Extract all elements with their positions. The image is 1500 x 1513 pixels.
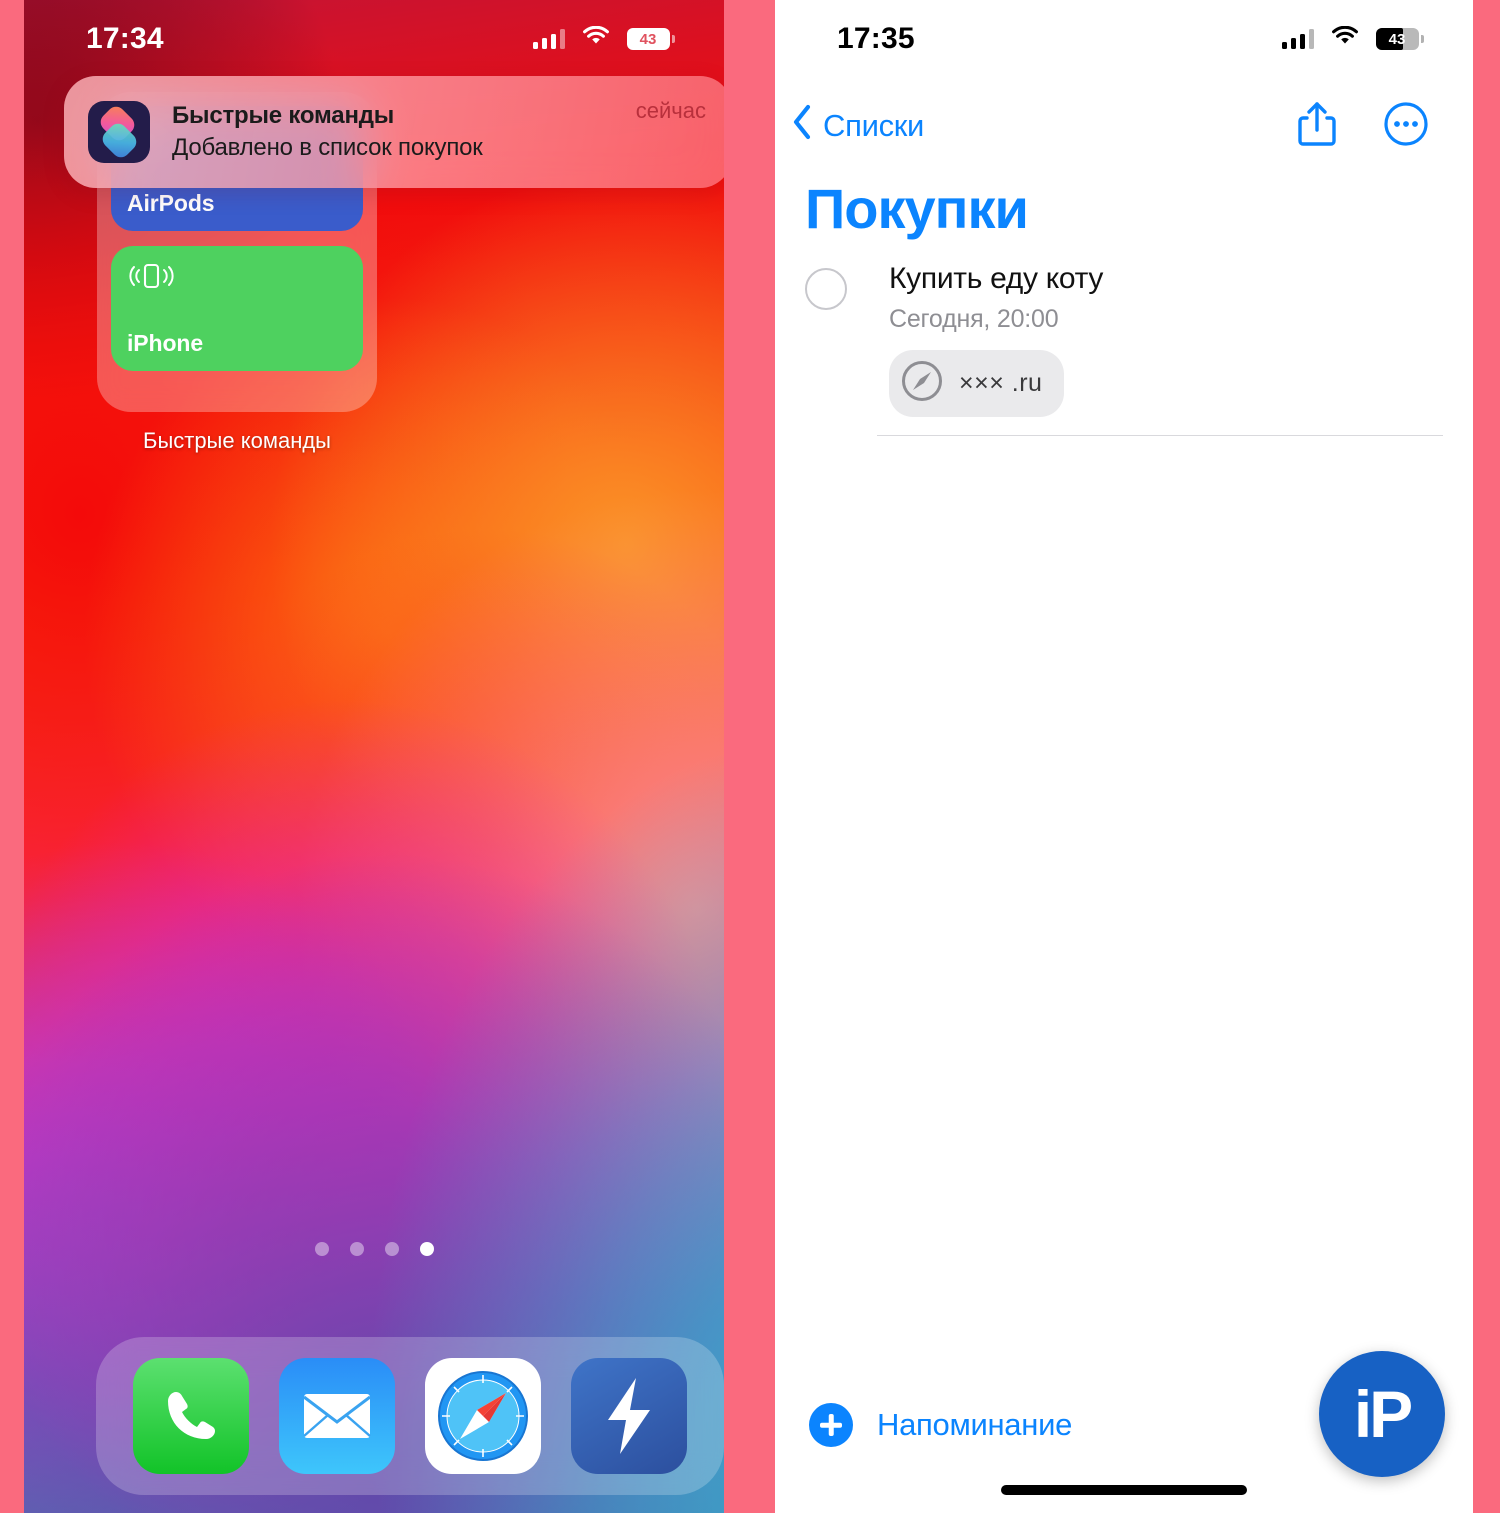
notification-timestamp: сейчас <box>635 98 706 123</box>
share-icon[interactable] <box>1297 100 1337 153</box>
reminder-link-text: ××× .ru <box>959 369 1043 397</box>
reminder-due-date: Сегодня, 20:00 <box>889 305 1059 333</box>
back-button[interactable]: Списки <box>791 104 924 148</box>
notification-banner[interactable]: Быстрые команды Добавлено в список покуп… <box>64 76 724 188</box>
add-reminder-label: Напоминание <box>877 1407 1073 1442</box>
add-reminder-button[interactable]: Напоминание <box>809 1403 1072 1447</box>
status-bar-time: 17:34 <box>86 22 164 55</box>
cellular-signal-icon <box>1281 29 1314 49</box>
watermark-text: iP <box>1353 1377 1413 1451</box>
chevron-left-icon <box>791 104 813 148</box>
widget-title: Быстрые команды <box>143 428 331 453</box>
mail-app-icon[interactable] <box>279 1358 395 1474</box>
widget-tile-label: AirPods <box>127 190 215 216</box>
shortcuts-dock-icon[interactable] <box>571 1358 687 1474</box>
page-dot-active[interactable] <box>419 1242 434 1256</box>
notification-title: Быстрые команды <box>172 102 395 129</box>
wifi-icon <box>1331 25 1359 52</box>
notification-subtitle: Добавлено в список покупок <box>172 134 483 161</box>
page-dots[interactable] <box>24 1242 724 1256</box>
status-bar-time: 17:35 <box>837 22 915 55</box>
reminder-checkbox[interactable] <box>805 268 847 310</box>
widget-tile-iphone[interactable]: iPhone <box>111 246 363 371</box>
home-indicator[interactable] <box>1001 1485 1247 1495</box>
iphone-vibrate-icon <box>127 260 347 294</box>
list-separator <box>877 435 1443 436</box>
phone-app-icon[interactable] <box>133 1358 249 1474</box>
back-button-label: Списки <box>823 108 925 143</box>
navigation-bar: Списки <box>775 88 1473 164</box>
page-dot[interactable] <box>349 1242 364 1256</box>
wifi-icon <box>582 25 610 52</box>
iphone-home-screen: 17:34 43 AirPods iPhone Быстрые команды … <box>24 0 724 1513</box>
screenshot-stage: 17:34 43 AirPods iPhone Быстрые команды … <box>0 0 1500 1513</box>
status-bar-left: 17:34 43 <box>24 0 724 78</box>
safari-app-icon[interactable] <box>425 1358 541 1474</box>
status-bar-indicators: 43 <box>1281 25 1424 52</box>
more-circle-icon[interactable] <box>1383 101 1429 152</box>
safari-compass-icon <box>899 358 945 409</box>
reminders-list: Купить еду коту Сегодня, 20:00 ××× .ru <box>775 262 1473 436</box>
widget-tile-label: iPhone <box>127 330 204 356</box>
plus-circle-icon <box>809 1403 853 1447</box>
status-bar-indicators: 43 <box>532 25 675 52</box>
reminder-link-chip[interactable]: ××× .ru <box>889 350 1065 417</box>
shortcuts-app-icon <box>88 101 150 163</box>
page-title: Покупки <box>805 177 1029 240</box>
status-bar-right: 17:35 43 <box>775 0 1473 78</box>
page-dot[interactable] <box>314 1242 329 1256</box>
reminder-row[interactable]: Купить еду коту Сегодня, 20:00 ××× .ru <box>775 262 1473 435</box>
reminder-title: Купить еду коту <box>889 262 1104 295</box>
reminder-content: Купить еду коту Сегодня, 20:00 ××× .ru <box>889 262 1443 435</box>
site-watermark: iP <box>1319 1351 1445 1477</box>
cellular-signal-icon <box>532 29 565 49</box>
nav-actions <box>1297 100 1429 153</box>
dock <box>96 1337 724 1495</box>
battery-icon: 43 <box>1376 28 1424 50</box>
page-dot[interactable] <box>384 1242 399 1256</box>
battery-icon: 43 <box>627 28 675 50</box>
notification-text: Быстрые команды Добавлено в список покуп… <box>172 102 636 162</box>
reminders-app-screen: 17:35 43 Списки Покупки Купить еду коту … <box>775 0 1473 1513</box>
